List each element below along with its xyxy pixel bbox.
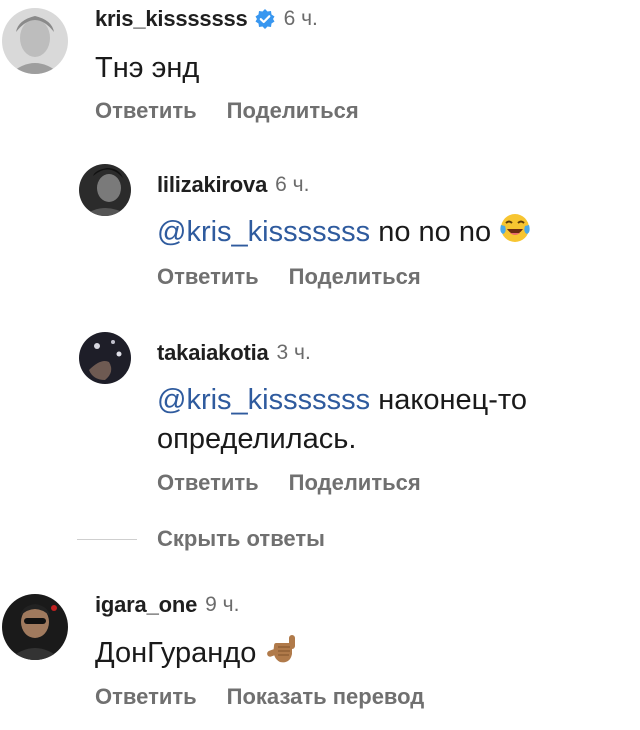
reply-button[interactable]: Ответить — [157, 264, 259, 289]
comment-text: ДонГурандо — [95, 632, 298, 677]
comment-actions: Ответить Поделиться — [157, 470, 421, 496]
avatar[interactable] — [79, 164, 131, 216]
timestamp: 6 ч. — [275, 173, 310, 196]
comment-text-line-2: определилась. — [157, 423, 357, 455]
comment-text: Тнэ энд — [95, 52, 200, 84]
mention-link[interactable]: @kris_kisssssss — [157, 216, 370, 248]
reply-button[interactable]: Ответить — [95, 98, 197, 123]
comment-actions: Ответить Поделиться — [157, 264, 421, 290]
comment-header: takaiakotia 3 ч. — [157, 338, 311, 368]
comment-body: no no no — [378, 216, 492, 249]
avatar[interactable] — [79, 332, 131, 384]
call-me-hand-icon — [264, 632, 298, 677]
comment-actions: Ответить Поделиться — [95, 98, 359, 124]
share-button[interactable]: Поделиться — [289, 470, 421, 495]
avatar[interactable] — [2, 594, 68, 660]
username[interactable]: lilizakirova — [157, 172, 267, 198]
show-translation-button[interactable]: Показать перевод — [227, 684, 425, 709]
hide-replies-divider — [77, 539, 137, 540]
comment-text: @kris_kisssssss наконец-то — [157, 380, 527, 420]
comment-text: @kris_kisssssss no no no — [157, 212, 531, 255]
comment-body: ДонГурандо — [95, 637, 257, 670]
timestamp: 3 ч. — [276, 341, 311, 364]
comment-header: kris_kisssssss 6 ч. — [95, 4, 318, 34]
username[interactable]: takaiakotia — [157, 340, 269, 366]
reply-button[interactable]: Ответить — [157, 470, 259, 495]
verified-badge-icon — [254, 8, 276, 30]
timestamp: 6 ч. — [283, 7, 318, 30]
share-button[interactable]: Поделиться — [227, 98, 359, 123]
username[interactable]: igara_one — [95, 592, 197, 618]
share-button[interactable]: Поделиться — [289, 264, 421, 289]
username[interactable]: kris_kisssssss — [95, 6, 248, 32]
face-with-tears-of-joy-icon — [499, 212, 531, 255]
comments-thread: kris_kisssssss 6 ч. Тнэ энд Ответить Поде… — [0, 0, 640, 730]
reply-button[interactable]: Ответить — [95, 684, 197, 709]
avatar[interactable] — [2, 8, 68, 74]
comment-actions: Ответить Показать перевод — [95, 684, 424, 710]
mention-link[interactable]: @kris_kisssssss — [157, 384, 370, 416]
hide-replies-button[interactable]: Скрыть ответы — [157, 526, 325, 552]
comment-body-line-1: наконец-то — [378, 384, 527, 416]
comment-header: igara_one 9 ч. — [95, 590, 239, 620]
timestamp: 9 ч. — [205, 593, 240, 616]
comment-header: lilizakirova 6 ч. — [157, 170, 309, 200]
